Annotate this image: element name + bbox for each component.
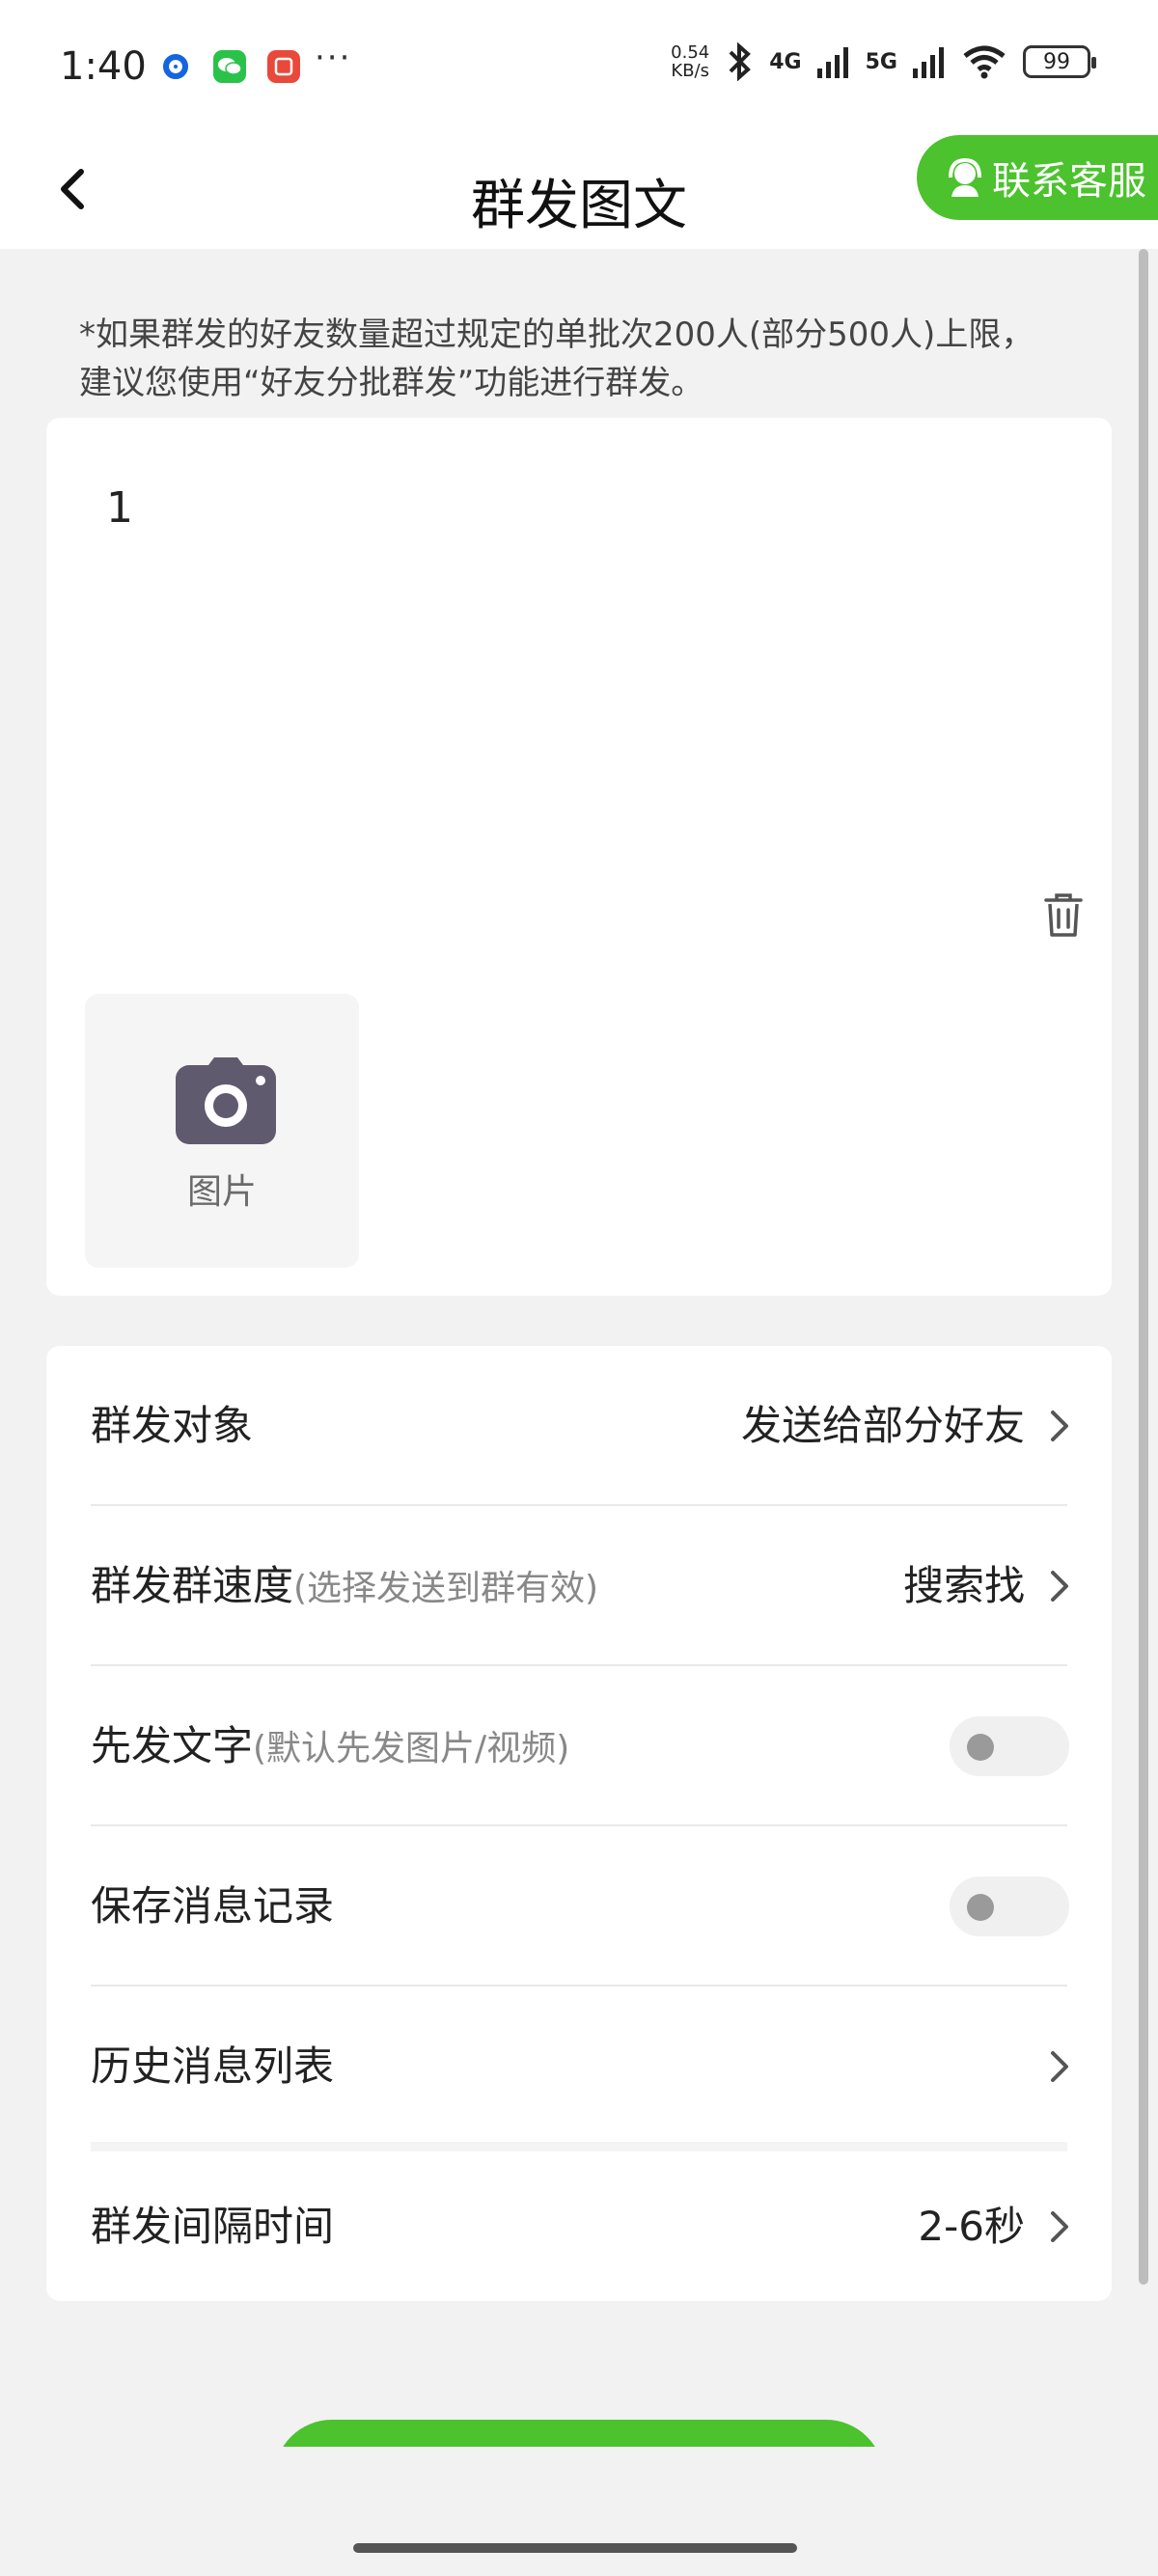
page: 1:40 ··· 0.54 KB/s 4G 5G 99 群发图文 联系客服 *如… xyxy=(0,0,1158,2576)
status-bar: 1:40 ··· 0.54 KB/s 4G 5G 99 xyxy=(0,0,1158,135)
save-record-row: 保存消息记录 xyxy=(46,1826,1112,1987)
batch-limit-notice: *如果群发的好友数量超过规定的单批次200人(部分500人)上限， 建议您使用“… xyxy=(79,315,1034,402)
status-time: 1:40 xyxy=(60,44,147,89)
signal-bars-icon xyxy=(913,47,944,78)
signal-bars-icon xyxy=(816,47,848,78)
notification-icons xyxy=(159,50,300,83)
battery-icon: 99 xyxy=(1023,45,1096,78)
toggle-knob xyxy=(967,1894,994,1921)
home-indicator[interactable] xyxy=(353,2543,797,2553)
speed-hint: (选择发送到群有效) xyxy=(293,1569,599,1608)
chevron-right-icon xyxy=(1051,2211,1068,2242)
message-text-input[interactable]: 1 xyxy=(106,483,133,533)
browser-notification-icon xyxy=(159,50,192,83)
signal-5g-label: 5G xyxy=(865,49,897,74)
headset-icon xyxy=(949,157,981,197)
text-first-toggle[interactable] xyxy=(950,1716,1069,1776)
text-first-hint: (默认先发图片/视频) xyxy=(253,1729,570,1768)
target-row[interactable]: 群发对象 发送给部分好友 xyxy=(46,1346,1112,1506)
wechat-notification-icon xyxy=(213,50,246,83)
signal-4g-label: 4G xyxy=(769,49,802,74)
contact-service-label: 联系客服 xyxy=(992,159,1146,204)
add-image-button[interactable]: 图片 xyxy=(85,994,359,1268)
scrollbar[interactable] xyxy=(1139,249,1148,2285)
text-first-label: 先发文字(默认先发图片/视频) xyxy=(91,1722,570,1769)
shopping-notification-icon xyxy=(267,50,300,83)
history-row[interactable]: 历史消息列表 xyxy=(46,1987,1112,2151)
wifi-icon xyxy=(963,45,1006,79)
interval-label: 群发间隔时间 xyxy=(91,2203,335,2250)
speed-label: 群发群速度(选择发送到群有效) xyxy=(91,1562,599,1609)
chevron-right-icon xyxy=(1051,1571,1068,1602)
save-record-toggle[interactable] xyxy=(950,1877,1069,1936)
target-value: 发送给部分好友 xyxy=(740,1402,1025,1449)
speed-row[interactable]: 群发群速度(选择发送到群有效) 搜索找 xyxy=(46,1506,1112,1666)
status-more-icon: ··· xyxy=(315,39,352,77)
trash-icon[interactable] xyxy=(1042,891,1085,939)
text-first-row: 先发文字(默认先发图片/视频) xyxy=(46,1666,1112,1826)
bluetooth-icon xyxy=(729,42,752,81)
settings-card: 群发对象 发送给部分好友 群发群速度(选择发送到群有效) 搜索找 先发文字(默认… xyxy=(46,1346,1112,2301)
save-record-label: 保存消息记录 xyxy=(91,1882,335,1930)
message-editor-card: 1 图片 xyxy=(46,418,1112,1296)
camera-icon xyxy=(176,1057,276,1144)
status-indicators: 0.54 KB/s 4G 5G 99 xyxy=(671,42,1096,81)
image-label: 图片 xyxy=(186,1172,257,1212)
contact-service-button[interactable]: 联系客服 xyxy=(917,135,1158,220)
bottom-area xyxy=(0,2447,1158,2576)
chevron-right-icon xyxy=(1051,1411,1068,1441)
toggle-knob xyxy=(967,1734,994,1761)
history-label: 历史消息列表 xyxy=(91,2042,335,2090)
speed-value: 搜索找 xyxy=(902,1562,1025,1609)
nav-bar: 群发图文 联系客服 xyxy=(0,135,1158,249)
chevron-right-icon xyxy=(1051,2051,1068,2082)
interval-row[interactable]: 群发间隔时间 2-6秒 xyxy=(46,2147,1112,2307)
network-speed: 0.54 KB/s xyxy=(671,42,710,81)
interval-value: 2-6秒 xyxy=(918,2203,1025,2250)
target-label: 群发对象 xyxy=(91,1402,254,1449)
